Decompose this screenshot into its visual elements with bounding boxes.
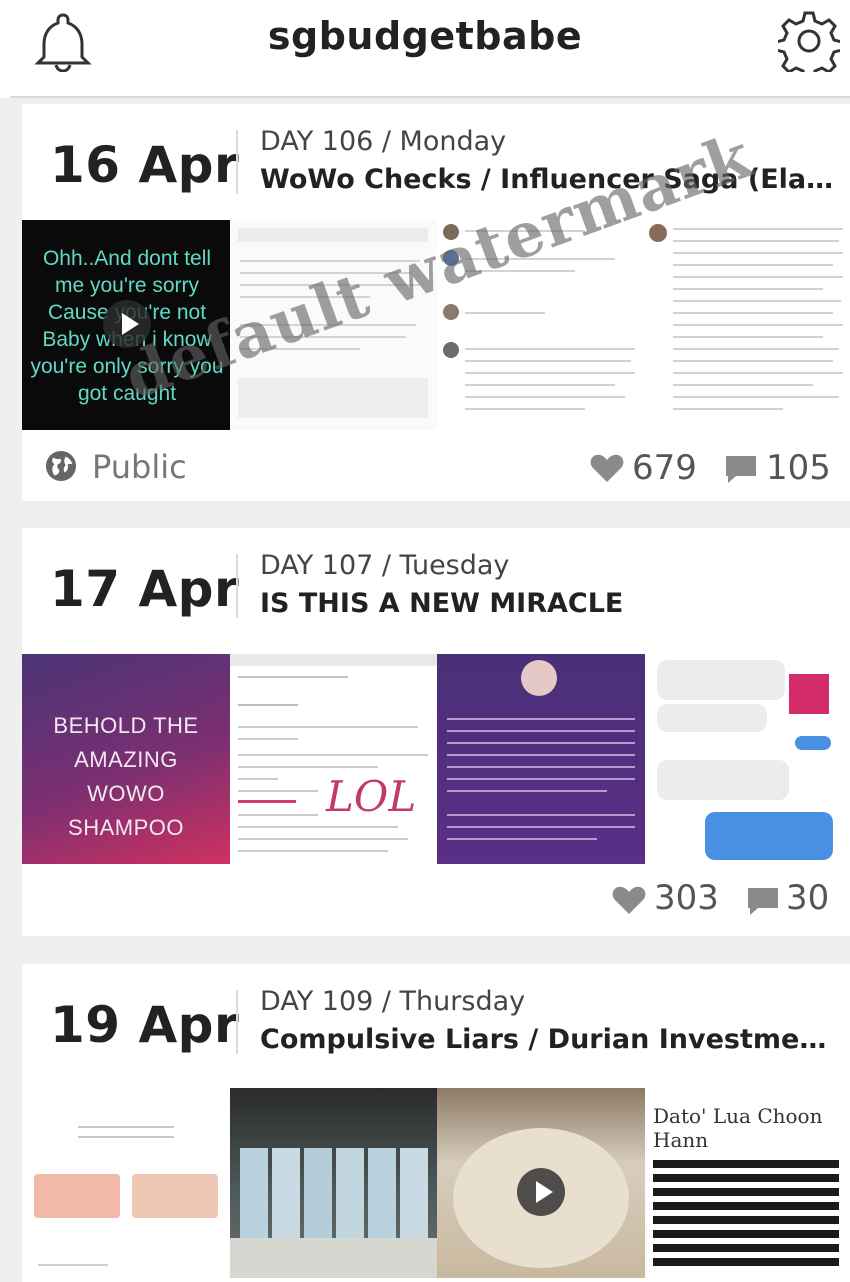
post-image[interactable]: Ohh..And dont tell me you're sorry Cause… — [22, 220, 230, 430]
post-image[interactable] — [230, 1088, 437, 1278]
globe-icon — [45, 450, 77, 482]
post-image-strip[interactable]: Ohh..And dont tell me you're sorry Cause… — [22, 220, 850, 430]
gear-icon[interactable] — [778, 10, 840, 72]
post-title[interactable]: WoWo Checks / Influencer Saga (Elaine J.… — [260, 164, 835, 195]
comment-icon[interactable] — [746, 886, 780, 918]
comment-count: 105 — [766, 448, 831, 488]
post-date: 17 Apr — [50, 560, 240, 618]
post-visibility: Public — [92, 448, 187, 486]
heart-icon[interactable] — [612, 884, 646, 916]
post-date: 19 Apr — [50, 996, 240, 1054]
post-image[interactable] — [230, 220, 437, 430]
post-image-strip[interactable]: Dato' Lua Choon Hann — [22, 1088, 850, 1278]
post-image[interactable] — [437, 654, 645, 864]
post-day-label: DAY 107 / Tuesday — [260, 550, 510, 581]
post-card[interactable]: 19 Apr DAY 109 / Thursday Compulsive Lia… — [22, 964, 850, 1282]
image-caption: BEHOLD THE AMAZING WOWO SHAMPOO — [53, 713, 199, 840]
post-header-divider — [236, 554, 238, 618]
comment-icon[interactable] — [724, 454, 758, 486]
play-icon[interactable] — [517, 1168, 565, 1216]
post-image-strip[interactable]: BEHOLD THE AMAZING WOWO SHAMPOO LOL — [22, 654, 850, 864]
post-image[interactable]: BEHOLD THE AMAZING WOWO SHAMPOO — [22, 654, 230, 864]
post-image[interactable] — [437, 220, 645, 430]
post-header-divider — [236, 990, 238, 1054]
heart-icon[interactable] — [590, 452, 624, 484]
handwritten-note: LOL — [326, 772, 417, 821]
post-card[interactable]: 16 Apr DAY 106 / Monday WoWo Checks / In… — [22, 104, 850, 501]
post-day-label: DAY 109 / Thursday — [260, 986, 526, 1017]
post-meta-row: 303 30 — [22, 866, 850, 936]
post-meta-row: Public 679 105 — [22, 434, 850, 504]
post-date: 16 Apr — [50, 136, 240, 194]
play-icon[interactable] — [103, 300, 151, 348]
image-caption: Dato' Lua Choon Hann — [653, 1104, 823, 1152]
post-feed[interactable]: 16 Apr DAY 106 / Monday WoWo Checks / In… — [0, 98, 850, 1282]
post-title[interactable]: IS THIS A NEW MIRACLE — [260, 588, 835, 619]
like-count: 303 — [654, 878, 719, 918]
like-count: 679 — [632, 448, 697, 488]
top-bar: sgbudgetbabe — [0, 0, 850, 92]
post-card[interactable]: 17 Apr DAY 107 / Tuesday IS THIS A NEW M… — [22, 528, 850, 936]
app-title: sgbudgetbabe — [267, 14, 583, 58]
post-header-divider — [236, 130, 238, 194]
post-image[interactable] — [645, 220, 850, 430]
post-title[interactable]: Compulsive Liars / Durian Investments ..… — [260, 1024, 835, 1055]
post-image[interactable] — [22, 1088, 230, 1278]
post-image[interactable] — [645, 654, 850, 864]
post-image[interactable]: LOL — [230, 654, 437, 864]
comment-count: 30 — [786, 878, 830, 918]
post-image[interactable] — [437, 1088, 645, 1278]
post-image[interactable]: Dato' Lua Choon Hann — [645, 1088, 850, 1278]
post-day-label: DAY 106 / Monday — [260, 126, 507, 157]
